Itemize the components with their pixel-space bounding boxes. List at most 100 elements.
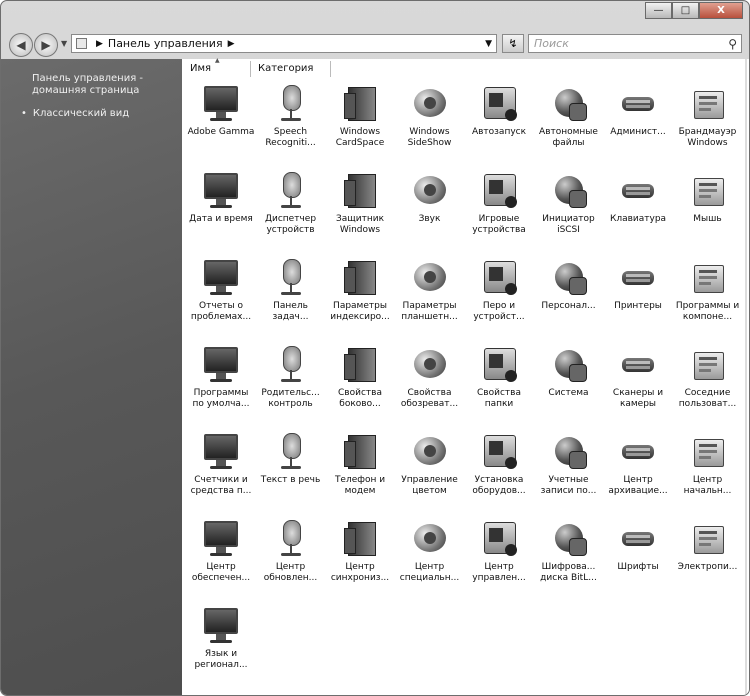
control-panel-item[interactable]: Язык и регионал... [187, 605, 255, 685]
breadcrumb-control-panel[interactable]: Панель управления [108, 37, 223, 50]
user-accounts-icon [549, 431, 589, 471]
column-category-header[interactable]: Категория [253, 61, 331, 77]
control-panel-item[interactable]: Учетные записи по... [535, 431, 603, 511]
control-panel-item[interactable]: Дата и время [187, 170, 255, 250]
control-panel-item[interactable]: Текст в речь [257, 431, 325, 511]
control-panel-item[interactable]: Родительс... контроль [257, 344, 325, 424]
control-panel-item[interactable]: Мышь [674, 170, 742, 250]
breadcrumb-separator-icon[interactable]: ▶ [96, 39, 103, 49]
forward-button[interactable]: ▶ [34, 33, 58, 57]
breadcrumb-expand-icon[interactable]: ▶ [228, 39, 235, 49]
control-panel-item[interactable]: Админист... [604, 83, 672, 163]
control-panel-item[interactable]: Программы и компоне... [674, 257, 742, 337]
control-panel-item[interactable]: Принтеры [604, 257, 672, 337]
control-panel-item[interactable]: Шифрова... диска BitL... [535, 518, 603, 598]
control-panel-item[interactable]: Отчеты о проблемах... [187, 257, 255, 337]
control-panel-item[interactable]: Параметры индексиро... [326, 257, 394, 337]
control-panel-item[interactable]: Windows SideShow [396, 83, 464, 163]
control-panel-item[interactable]: Свойства боково... [326, 344, 394, 424]
control-panel-item[interactable]: Speech Recogniti... [257, 83, 325, 163]
column-name-header[interactable]: Имя [187, 53, 251, 77]
history-dropdown-icon[interactable]: ▼ [61, 33, 67, 57]
control-panel-item[interactable]: Центр обновлен... [257, 518, 325, 598]
control-panel-item[interactable]: Программы по умолча... [187, 344, 255, 424]
control-panel-item[interactable]: Свойства обозреват... [396, 344, 464, 424]
bitlocker-icon [549, 518, 589, 558]
maximize-button[interactable]: □ [672, 2, 699, 19]
search-icon[interactable]: ⚲ [728, 37, 737, 51]
speaker-icon [410, 170, 450, 210]
control-panel-item[interactable]: Шрифты [604, 518, 672, 598]
item-label: Телефон и модем [334, 475, 386, 496]
monitor-icon [201, 83, 241, 123]
item-label: Отчеты о проблемах... [190, 301, 252, 322]
control-panel-item[interactable]: Звук [396, 170, 464, 250]
back-button[interactable]: ◀ [9, 33, 33, 57]
control-panel-item[interactable]: Соседние пользоват... [674, 344, 742, 424]
item-label: Свойства обозреват... [400, 388, 459, 409]
gamepad-icon [479, 170, 519, 210]
regional-options-icon [201, 605, 241, 645]
refresh-button[interactable]: ↯ [502, 34, 524, 53]
admin-tools-icon [618, 83, 658, 123]
scrollbar[interactable] [745, 59, 747, 695]
control-panel-item[interactable]: Центр специальн... [396, 518, 464, 598]
control-panel-item[interactable]: Диспетчер устройств [257, 170, 325, 250]
control-panel-item[interactable]: Система [535, 344, 603, 424]
minimize-button[interactable]: — [645, 2, 672, 19]
control-panel-item[interactable]: Персонал... [535, 257, 603, 337]
control-panel-item[interactable]: Центр начальн... [674, 431, 742, 511]
item-label: Параметры планшетн... [401, 301, 458, 322]
text-to-speech-icon [271, 431, 311, 471]
control-panel-item[interactable]: Инициатор iSCSI [535, 170, 603, 250]
control-panel-item[interactable]: Автономные файлы [535, 83, 603, 163]
folder-options-icon [479, 344, 519, 384]
item-label: Adobe Gamma [187, 127, 255, 137]
item-label: Защитник Windows [335, 214, 385, 235]
parental-control-icon [271, 344, 311, 384]
control-panel-item[interactable]: Счетчики и средства п... [187, 431, 255, 511]
control-panel-item[interactable]: Сканеры и камеры [604, 344, 672, 424]
classic-view-link[interactable]: Классический вид [21, 108, 129, 120]
item-label: Центр обновлен... [263, 562, 318, 583]
refresh-icon: ↯ [508, 37, 518, 50]
control-panel-item[interactable]: Перо и устройст... [465, 257, 533, 337]
control-panel-item[interactable]: Центр архивацие... [604, 431, 672, 511]
control-panel-item[interactable]: Электропи... [674, 518, 742, 598]
people-near-me-icon [688, 344, 728, 384]
item-label: Язык и регионал... [194, 649, 248, 670]
control-panel-home-link[interactable]: Панель управления - домашняя страница [32, 73, 172, 97]
back-arrow-icon: ◀ [16, 38, 26, 52]
control-panel-item[interactable]: Защитник Windows [326, 170, 394, 250]
control-panel-item[interactable]: Брандмауэр Windows [674, 83, 742, 163]
control-panel-item[interactable]: Центр обеспечен... [187, 518, 255, 598]
address-bar[interactable]: ▶ Панель управления ▶ ▼ [71, 34, 497, 53]
control-panel-item[interactable]: Adobe Gamma [187, 83, 255, 163]
item-label: Шрифты [617, 562, 659, 572]
control-panel-item[interactable]: Свойства папки [465, 344, 533, 424]
control-panel-item[interactable]: Центр синхрониз... [326, 518, 394, 598]
item-label: Текст в речь [260, 475, 321, 485]
item-label: Звук [418, 214, 441, 224]
control-panel-item[interactable]: Установка оборудов... [465, 431, 533, 511]
calendar-clock-icon [201, 170, 241, 210]
control-panel-item[interactable]: Центр управлен... [465, 518, 533, 598]
control-panel-item[interactable]: Windows CardSpace [326, 83, 394, 163]
address-toolbar: ◀ ▶ ▼ ▶ Панель управления ▶ ▼ ↯ Поиск ⚲ [1, 31, 749, 57]
control-panel-item[interactable]: Игровые устройства [465, 170, 533, 250]
control-panel-item[interactable]: Параметры планшетн... [396, 257, 464, 337]
cardspace-icon [340, 83, 380, 123]
control-panel-item[interactable]: Автозапуск [465, 83, 533, 163]
ease-of-access-icon [410, 518, 450, 558]
item-label: Принтеры [614, 301, 662, 311]
item-label: Дата и время [189, 214, 253, 224]
control-panel-item[interactable]: Клавиатура [604, 170, 672, 250]
control-panel-item[interactable]: Панель задач... [257, 257, 325, 337]
control-panel-item[interactable]: Телефон и модем [326, 431, 394, 511]
search-input[interactable]: Поиск [534, 37, 569, 50]
fonts-icon [618, 518, 658, 558]
control-panel-item[interactable]: Управление цветом [396, 431, 464, 511]
search-box[interactable]: Поиск ⚲ [528, 34, 742, 53]
address-dropdown-icon[interactable]: ▼ [485, 39, 492, 49]
close-button[interactable]: X [699, 2, 743, 19]
